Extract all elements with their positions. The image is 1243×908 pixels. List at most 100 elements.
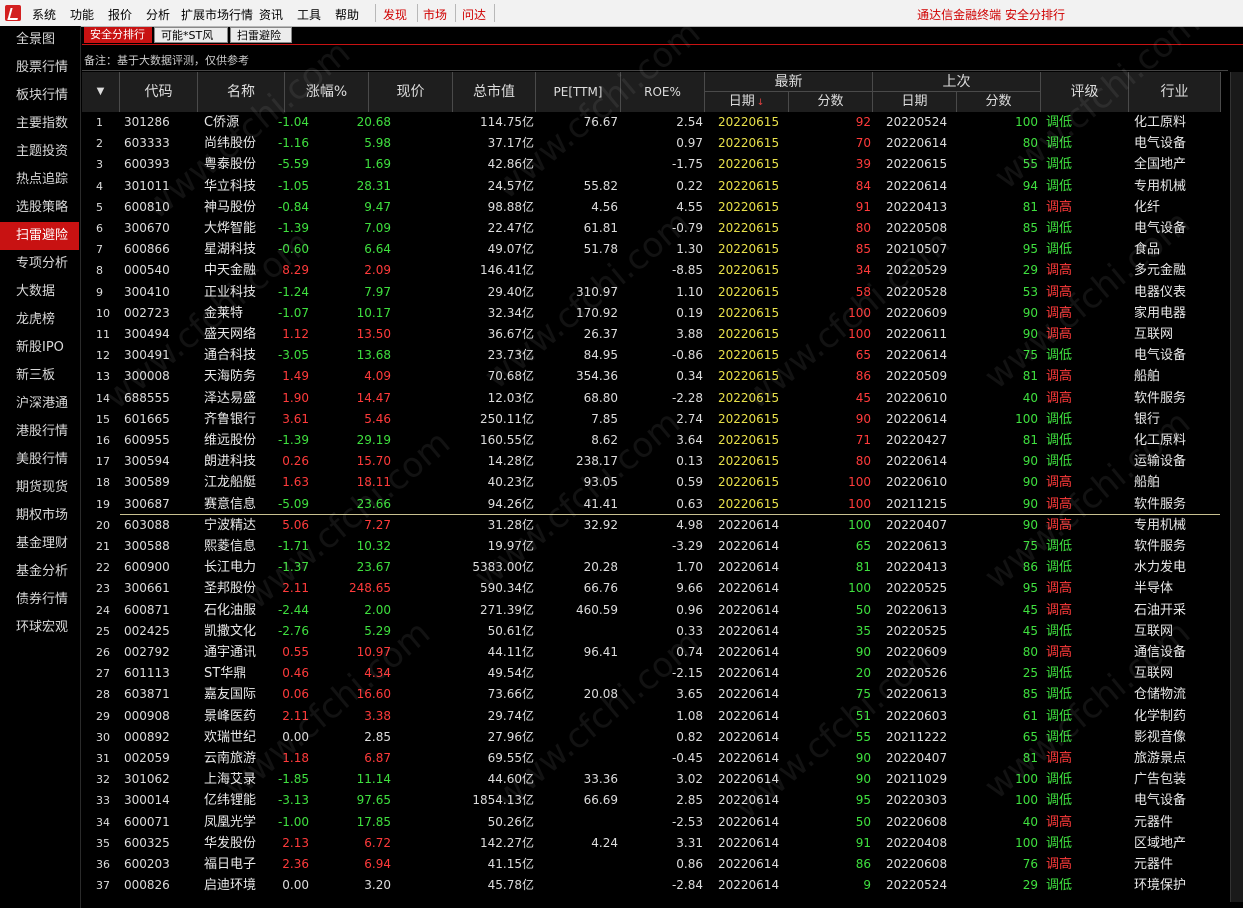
table-row[interactable]: 3 600393 粤泰股份 -5.59 1.69 42.86亿 -1.75 20220615 3…	[82, 154, 1221, 175]
sidebar-item-special-analysis[interactable]: 专项分析	[0, 250, 79, 278]
table-row[interactable]: 6 300670 大烨智能 -1.39 7.09 22.47亿 61.81 -0.79 2022…	[82, 218, 1221, 239]
menu-ext-market[interactable]: 扩展市场行情	[181, 6, 253, 23]
sort-triangle-icon[interactable]: ▼	[82, 72, 120, 112]
previous-score: 80	[1022, 136, 1038, 151]
table-row[interactable]: 29 000908 景峰医药 2.11 3.38 29.74亿 1.08 20220614 51…	[82, 706, 1221, 727]
sidebar-item-neeq[interactable]: 新三板	[0, 362, 79, 390]
sidebar-item-fund-finance[interactable]: 基金理财	[0, 530, 79, 558]
table-row[interactable]: 18 300589 江龙船艇 1.63 18.11 40.23亿 93.05 0.59 2022…	[82, 472, 1221, 493]
menu-market[interactable]: 市场	[423, 6, 447, 23]
table-row[interactable]: 9 300410 正业科技 -1.24 7.97 29.40亿 310.97 1.10 2022…	[82, 282, 1221, 303]
menu-help[interactable]: 帮助	[335, 6, 359, 23]
industry: 电器仪表	[1134, 284, 1187, 300]
sidebar-item-bonds[interactable]: 债券行情	[0, 586, 79, 614]
table-row[interactable]: 32 301062 上海艾录 -1.85 11.14 44.60亿 33.36 3.02 202…	[82, 769, 1221, 790]
header-pe[interactable]: PE[TTM]	[536, 72, 621, 112]
table-row[interactable]: 11 300494 盛天网络 1.12 13.50 36.67亿 26.37 3.88 2022…	[82, 324, 1221, 345]
previous-date: 20220609	[886, 305, 948, 320]
sidebar-item-main-index[interactable]: 主要指数	[0, 110, 79, 138]
table-row[interactable]: 14 688555 泽达易盛 1.90 14.47 12.03亿 68.80 -2.28 202…	[82, 388, 1221, 409]
header-latest-date[interactable]: 日期 ↓	[705, 92, 789, 112]
menu-system[interactable]: 系统	[32, 6, 56, 23]
menu-function[interactable]: 功能	[70, 6, 94, 23]
table-row[interactable]: 25 002425 凯撒文化 -2.76 5.29 50.61亿 0.33 20220614 3…	[82, 621, 1221, 642]
table-row[interactable]: 24 600871 石化油服 -2.44 2.00 271.39亿 460.59 0.96 20…	[82, 600, 1221, 621]
table-row[interactable]: 34 600071 凤凰光学 -1.00 17.85 50.26亿 -2.53 2022061…	[82, 812, 1221, 833]
sidebar-item-futures[interactable]: 期货现货	[0, 474, 79, 502]
table-row[interactable]: 19 300687 赛意信息 -5.09 23.66 94.26亿 41.41 0.63 202…	[82, 494, 1221, 515]
sidebar-item-hot-tracking[interactable]: 热点追踪	[0, 166, 79, 194]
header-market-cap[interactable]: 总市值	[453, 72, 536, 112]
previous-date: 20220508	[886, 221, 948, 235]
menu-wenda[interactable]: 问达	[462, 6, 486, 23]
table-row[interactable]: 23 300661 圣邦股份 2.11 248.65 590.34亿 66.76 9.66 20…	[82, 578, 1221, 599]
sidebar-item-us-stocks[interactable]: 美股行情	[0, 446, 79, 474]
roe-pct: 0.63	[676, 496, 703, 511]
table-row[interactable]: 35 600325 华发股份 2.13 6.72 142.27亿 4.24 3.31 20220…	[82, 833, 1221, 854]
sidebar-item-sector-quotes[interactable]: 板块行情	[0, 82, 79, 110]
menu-analysis[interactable]: 分析	[146, 6, 170, 23]
pe-ttm: 238.17	[576, 454, 618, 469]
table-row[interactable]: 2 603333 尚纬股份 -1.16 5.98 37.17亿 0.97 20220615 70…	[82, 133, 1221, 154]
sidebar-item-options[interactable]: 期权市场	[0, 502, 79, 530]
menu-discover[interactable]: 发现	[383, 6, 407, 23]
table-row[interactable]: 27 601113 ST华鼎 0.46 4.34 49.54亿 -2.15 20220614 2…	[82, 663, 1221, 684]
menu-tools[interactable]: 工具	[297, 6, 321, 23]
table-row[interactable]: 16 600955 维远股份 -1.39 29.19 160.55亿 8.62 3.64 202…	[82, 430, 1221, 451]
table-row[interactable]: 1 301286 C侨源 -1.04 20.68 114.75亿 76.67 2.54 2022…	[82, 112, 1221, 133]
header-name[interactable]: 名称	[198, 72, 285, 112]
table-row[interactable]: 33 300014 亿纬锂能 -3.13 97.65 1854.13亿 66.69 2.85 2…	[82, 790, 1221, 811]
row-index: 29	[96, 709, 110, 723]
sidebar-item-fund-analysis[interactable]: 基金分析	[0, 558, 79, 586]
table-row[interactable]: 10 002723 金莱特 -1.07 10.17 32.34亿 170.92 0.19 202…	[82, 303, 1221, 324]
sidebar-item-minesweeper[interactable]: 扫雷避险	[0, 222, 79, 250]
table-row[interactable]: 15 601665 齐鲁银行 3.61 5.46 250.11亿 7.85 2.74 20220…	[82, 409, 1221, 430]
row-index: 31	[96, 752, 110, 765]
table-row[interactable]: 22 600900 长江电力 -1.37 23.67 5383.00亿 20.28 1.70 2…	[82, 557, 1221, 578]
header-industry[interactable]: 行业	[1129, 72, 1221, 112]
table-row[interactable]: 31 002059 云南旅游 1.18 6.87 69.55亿 -0.45 20220614 9…	[82, 748, 1221, 769]
menu-news[interactable]: 资讯	[259, 6, 283, 23]
table-row[interactable]: 36 600203 福日电子 2.36 6.94 41.15亿 0.86 20220614 86…	[82, 854, 1221, 875]
header-previous-score[interactable]: 分数	[957, 92, 1041, 112]
sidebar-item-stock-quotes[interactable]: 股票行情	[0, 54, 79, 82]
sidebar-item-panorama[interactable]: 全景图	[0, 26, 79, 54]
table-row[interactable]: 13 300008 天海防务 1.49 4.09 70.68亿 354.36 0.34 2022…	[82, 366, 1221, 387]
table-row[interactable]: 37 000826 启迪环境 0.00 3.20 45.78亿 -2.84 20220614 9…	[82, 875, 1221, 896]
table-row[interactable]: 8 000540 中天金融 8.29 2.09 146.41亿 -8.85 20220615 3…	[82, 260, 1221, 281]
header-rating[interactable]: 评级	[1041, 72, 1129, 112]
menu-quote[interactable]: 报价	[108, 6, 132, 23]
header-change[interactable]: 涨幅%	[285, 72, 369, 112]
table-row[interactable]: 12 300491 通合科技 -3.05 13.68 23.73亿 84.95 -0.86 20…	[82, 345, 1221, 366]
roe-pct: 0.19	[676, 305, 703, 320]
header-roe[interactable]: ROE%	[621, 72, 705, 112]
sidebar-item-hk-stocks[interactable]: 港股行情	[0, 418, 79, 446]
sidebar-item-dragon-tiger[interactable]: 龙虎榜	[0, 306, 79, 334]
rating: 调低	[1046, 115, 1073, 130]
header-code[interactable]: 代码	[120, 72, 198, 112]
tab-st-risk[interactable]: 可能*ST风险	[154, 27, 228, 58]
sidebar-item-connect[interactable]: 沪深港通	[0, 390, 79, 418]
tab-minesweeper[interactable]: 扫雷避险	[230, 27, 292, 43]
industry: 化学制药	[1134, 708, 1187, 724]
table-row[interactable]: 5 600810 神马股份 -0.84 9.47 98.88亿 4.56 4.55 202206…	[82, 197, 1221, 218]
header-previous-date[interactable]: 日期	[873, 92, 957, 112]
table-row[interactable]: 28 603871 嘉友国际 0.06 16.60 73.66亿 20.08 3.65 2022…	[82, 684, 1221, 705]
tab-safety-ranking[interactable]: 安全分排行	[84, 27, 152, 43]
vertical-scrollbar[interactable]	[1230, 72, 1243, 902]
sidebar-item-big-data[interactable]: 大数据	[0, 278, 79, 306]
header-price[interactable]: 现价	[369, 72, 453, 112]
header-latest-score[interactable]: 分数	[789, 92, 873, 112]
table-row[interactable]: 17 300594 朗进科技 0.26 15.70 14.28亿 238.17 0.13 202…	[82, 451, 1221, 472]
sidebar-item-ipo[interactable]: 新股IPO	[0, 334, 79, 362]
sidebar-item-global-macro[interactable]: 环球宏观	[0, 614, 79, 642]
table-row[interactable]: 26 002792 通宇通讯 0.55 10.97 44.11亿 96.41 0.74 2022…	[82, 642, 1221, 663]
sidebar-item-stock-strategy[interactable]: 选股策略	[0, 194, 79, 222]
table-row[interactable]: 4 301011 华立科技 -1.05 28.31 24.57亿 55.82 0.22 2022…	[82, 176, 1221, 197]
sidebar-item-theme-invest[interactable]: 主题投资	[0, 138, 79, 166]
divider	[82, 70, 1228, 71]
table-row[interactable]: 7 600866 星湖科技 -0.60 6.64 49.07亿 51.78 1.30 20220…	[82, 239, 1221, 260]
table-row[interactable]: 21 300588 熙菱信息 -1.71 10.32 19.97亿 -3.29 2022061…	[82, 536, 1221, 557]
table-row[interactable]: 30 000892 欢瑞世纪 0.00 2.85 27.96亿 0.82 20220614 55…	[82, 727, 1221, 748]
table-row[interactable]: 20 603088 宁波精达 5.06 7.27 31.28亿 32.92 4.98 20220…	[82, 515, 1221, 536]
